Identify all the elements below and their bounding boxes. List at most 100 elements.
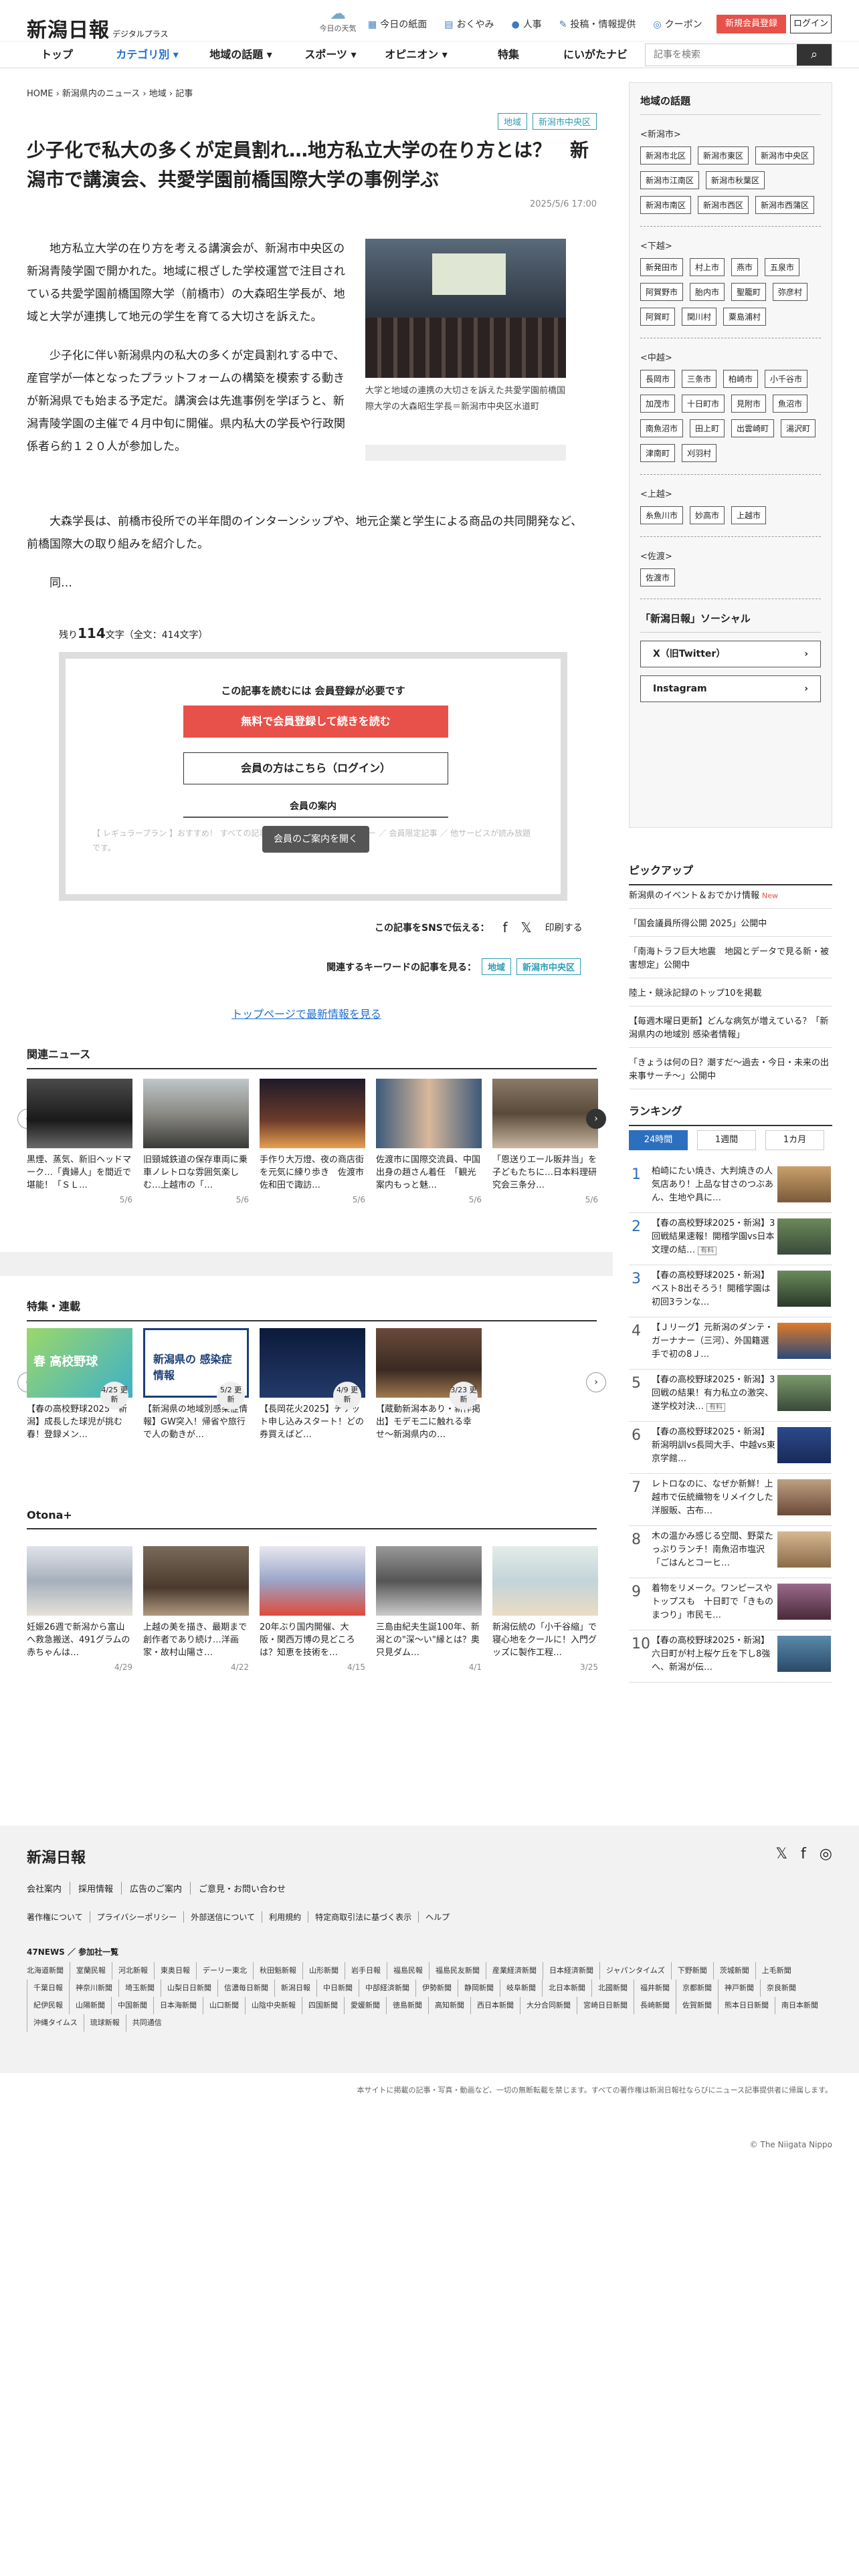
region-chip[interactable]: 南魚沼市: [640, 419, 684, 437]
breadcrumb-region[interactable]: 地域: [149, 89, 167, 99]
partner-paper-link[interactable]: ジャパンタイムズ: [599, 1962, 671, 1979]
partner-paper-link[interactable]: 紀伊民報: [27, 1997, 69, 2014]
region-chip[interactable]: 十日町市: [682, 395, 725, 413]
x-icon[interactable]: 𝕏: [521, 920, 532, 936]
partner-paper-link[interactable]: 北日本新聞: [542, 1979, 591, 1997]
region-chip[interactable]: 阿賀野市: [640, 283, 684, 301]
region-chip[interactable]: 津南町: [640, 444, 676, 462]
partner-paper-link[interactable]: 東奥日報: [154, 1962, 196, 1979]
x-twitter-link[interactable]: X（旧Twitter） ›: [640, 641, 821, 667]
region-chip[interactable]: 見附市: [731, 395, 767, 413]
partner-paper-link[interactable]: 山口新聞: [203, 1997, 245, 2014]
partner-paper-link[interactable]: 中部経済新聞: [359, 1979, 415, 1997]
partner-paper-link[interactable]: 信濃毎日新聞: [217, 1979, 274, 1997]
region-chip[interactable]: 湯沢町: [781, 419, 816, 437]
related-card[interactable]: 旧頸城鉄道の保存車両に乗車ノレトロな雰囲気楽しむ…上越市の「… 5/6: [143, 1079, 249, 1204]
x-icon[interactable]: 𝕏: [775, 1846, 787, 1862]
ranking-item[interactable]: 4 【Ｊリーグ】元新潟のダンテ・ガーナナー（三河）、外国籍選手で初の8Ｊ…: [629, 1317, 832, 1370]
partner-paper-link[interactable]: 共同通信: [125, 2014, 168, 2032]
partner-paper-link[interactable]: 京都新聞: [676, 1979, 718, 1997]
keyword-region[interactable]: 地域: [482, 958, 512, 975]
partner-paper-link[interactable]: 愛媛新聞: [344, 1997, 386, 2014]
region-chip[interactable]: 刈羽村: [682, 444, 717, 462]
partner-paper-link[interactable]: 日本経済新聞: [543, 1962, 599, 1979]
region-chip[interactable]: 佐渡市: [640, 568, 676, 586]
header-link-paper[interactable]: ▦ 今日の紙面: [368, 17, 427, 31]
ranking-item[interactable]: 6 【春の高校野球2025・新潟】新潟明訓vs長岡大手、中越vs東京学館…: [629, 1422, 832, 1474]
region-chip[interactable]: 胎内市: [690, 283, 725, 301]
site-logo[interactable]: 新潟日報 デジタルプラス: [27, 13, 169, 43]
partner-paper-link[interactable]: 室蘭民報: [70, 1962, 112, 1979]
region-chip[interactable]: 加茂市: [640, 395, 676, 413]
partner-paper-link[interactable]: 長崎新聞: [634, 1997, 676, 2014]
partner-paper-link[interactable]: 日本海新聞: [153, 1997, 203, 2014]
region-chip[interactable]: 新潟市西区: [698, 196, 749, 214]
instagram-link[interactable]: Instagram ›: [640, 675, 821, 702]
header-link-personnel[interactable]: ● 人事: [511, 17, 541, 31]
partner-paper-link[interactable]: 山陰中央新報: [245, 1997, 302, 2014]
partner-paper-link[interactable]: 新潟日報: [274, 1979, 316, 1997]
ranking-item[interactable]: 8 木の温かみ感じる空間、野菜たっぷりランチ！南魚沼市塩沢「ごはんとコーヒ…: [629, 1526, 832, 1578]
partner-paper-link[interactable]: 茨城新聞: [712, 1962, 755, 1979]
partner-paper-link[interactable]: 福島民友新聞: [429, 1962, 486, 1979]
partner-paper-link[interactable]: 大分合同新聞: [520, 1997, 577, 2014]
partner-paper-link[interactable]: 静岡新聞: [458, 1979, 500, 1997]
partner-paper-link[interactable]: 岩手日報: [345, 1962, 387, 1979]
feature-card[interactable]: 【蔵動新潟本あり・新作掲出】モデモ二に触れる幸せ〜新潟県内の… 3/23 更新: [376, 1328, 482, 1442]
region-chip[interactable]: 新潟市北区: [640, 146, 692, 165]
region-chip[interactable]: 燕市: [731, 258, 759, 276]
region-chip[interactable]: 妙高市: [690, 506, 725, 524]
otona-card[interactable]: 上越の美を描き、最期まで創作者であり続け…洋画家・故村山陽さ… 4/22: [143, 1546, 249, 1672]
region-chip[interactable]: 新潟市東区: [698, 146, 749, 165]
otona-card[interactable]: 20年ぶり国内開催、大阪・関西万博の見どころは？知恵を技術を… 4/15: [260, 1546, 365, 1672]
footer-link[interactable]: 会社案内: [27, 1882, 70, 1895]
feature-card[interactable]: 新潟県の 感染症情報 【新潟県の地域別感染症情報】GW突入！帰省や旅行で人の動きが…: [143, 1328, 249, 1442]
weather-widget[interactable]: ☁ 今日の天気: [314, 4, 361, 33]
region-chip[interactable]: 阿賀町: [640, 308, 676, 326]
footer-link[interactable]: ヘルプ: [418, 1911, 456, 1923]
otona-heading[interactable]: Otona+: [27, 1509, 597, 1529]
partner-paper-link[interactable]: 神戸新聞: [718, 1979, 760, 1997]
ranking-item[interactable]: 3 【春の高校野球2025・新潟】ベスト8出そろう！開稽学園は初回3ランな…: [629, 1265, 832, 1317]
open-guide-button[interactable]: 会員のご案内を開く: [262, 826, 369, 853]
region-chip[interactable]: 魚沼市: [773, 395, 808, 413]
pickup-item[interactable]: 陸上・競泳記録のトップ10を掲載: [629, 987, 832, 1006]
partner-paper-link[interactable]: 上毛新聞: [755, 1962, 797, 1979]
header-link-coupon[interactable]: ◎ クーポン: [653, 17, 702, 31]
footer-link[interactable]: 外部送信について: [183, 1911, 262, 1923]
tag-chuo[interactable]: 新潟市中央区: [532, 113, 597, 130]
header-link-obituary[interactable]: ▤ おくやみ: [444, 17, 494, 31]
region-chip[interactable]: 新潟市南区: [640, 196, 692, 214]
footer-link[interactable]: プライバシーポリシー: [89, 1911, 184, 1923]
nav-feature[interactable]: 特集: [498, 41, 519, 68]
partner-paper-link[interactable]: 中日新聞: [316, 1979, 359, 1997]
region-chip[interactable]: 出雲崎町: [731, 419, 775, 437]
partner-paper-link[interactable]: 岐阜新聞: [500, 1979, 542, 1997]
region-chip[interactable]: 村上市: [690, 258, 725, 276]
ranking-item[interactable]: 5 【春の高校野球2025・新潟】3回戦の結果！有力私立の激突、遂学校対決… 有料: [629, 1370, 832, 1422]
register-button[interactable]: 新規会員登録: [717, 15, 786, 33]
related-card[interactable]: 「恩送りエール販井当」を子どもたちに…日本料理研究会三条分… 5/6: [492, 1079, 598, 1204]
footer-link[interactable]: 利用規約: [262, 1911, 308, 1923]
ranking-item[interactable]: 1 柏崎にたい焼き、大判焼きの人気店あり！上品な甘さのつぶあん、生地や具に…: [629, 1161, 832, 1213]
partner-paper-link[interactable]: 熊本日日新聞: [718, 1997, 775, 2014]
region-chip[interactable]: 柏崎市: [723, 370, 759, 388]
print-link[interactable]: 印刷する: [545, 921, 583, 934]
facebook-icon[interactable]: f: [801, 1846, 806, 1862]
partner-paper-link[interactable]: 山陽新聞: [69, 1997, 111, 2014]
region-chip[interactable]: 上越市: [731, 506, 767, 524]
related-card[interactable]: 佐渡市に国際交流員、中国出身の趙さん着任 「観光案内もっと魅… 5/6: [376, 1079, 482, 1204]
pickup-item[interactable]: 「国会議員所得公開 2025」公開中: [629, 918, 832, 937]
nav-opinion[interactable]: オピニオン ▾: [385, 41, 448, 68]
nav-category[interactable]: カテゴリ別 ▾: [116, 41, 179, 68]
partner-paper-link[interactable]: デーリー東北: [196, 1962, 253, 1979]
pickup-item[interactable]: 【毎週木曜日更新】どんな病気が増えている？「新潟県内の地域別 感染者情報」: [629, 1015, 832, 1048]
article-photo[interactable]: [365, 239, 566, 378]
partner-paper-link[interactable]: 埼玉新聞: [118, 1979, 161, 1997]
pickup-item[interactable]: 「南海トラフ巨大地震 地図とデータで見る新・被害想定」公開中: [629, 946, 832, 978]
related-card[interactable]: 黒煙、蒸気、新旧ヘッドマーク…「貴婦人」を間近で堪能！「ＳＬ… 5/6: [27, 1079, 132, 1204]
partner-paper-link[interactable]: 高知新聞: [428, 1997, 470, 2014]
partner-paper-link[interactable]: 山形新聞: [302, 1962, 345, 1979]
nav-sports[interactable]: スポーツ ▾: [304, 41, 356, 68]
partner-paper-link[interactable]: 宮崎日日新聞: [577, 1997, 634, 2014]
